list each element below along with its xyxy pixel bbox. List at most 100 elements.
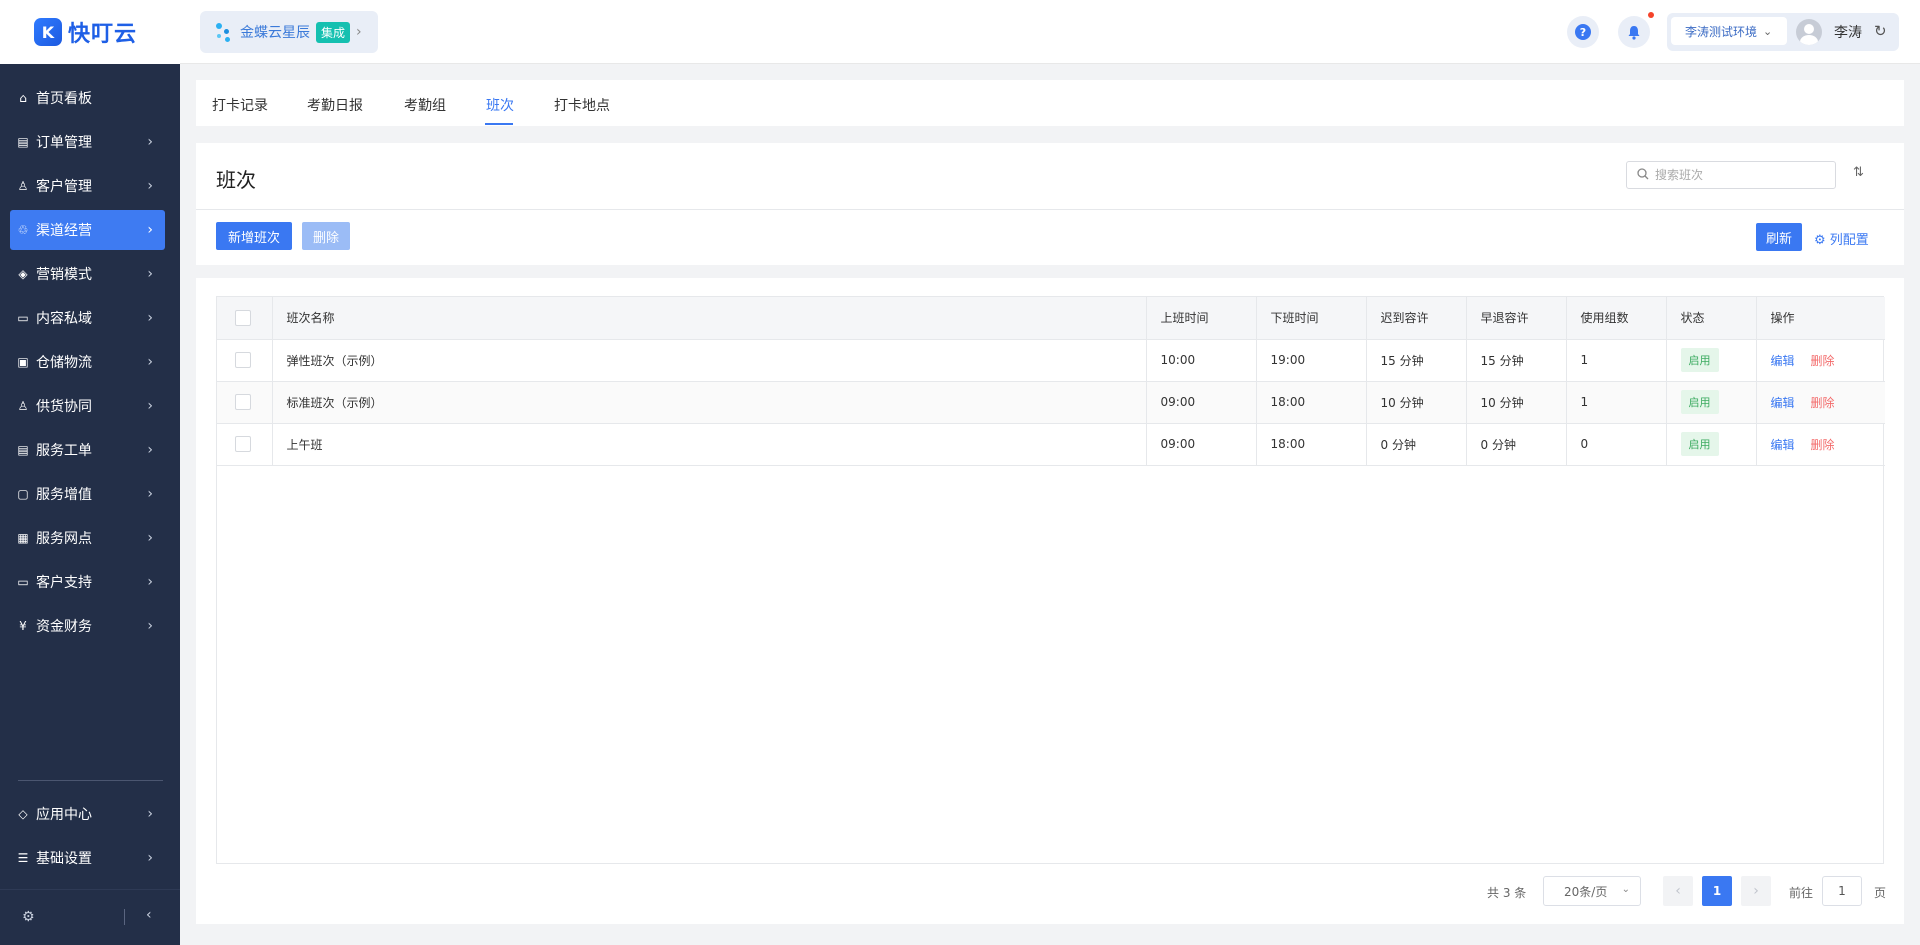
sidebar-item-service-points[interactable]: ▦ 服务网点 › xyxy=(10,518,165,558)
tab-punch-records[interactable]: 打卡记录 xyxy=(212,95,268,115)
help-icon: ? xyxy=(1575,24,1591,40)
environment-select[interactable]: 李涛测试环境 ⌄ xyxy=(1671,17,1787,45)
group-count: 0 xyxy=(1566,423,1667,466)
status-badge: 启用 xyxy=(1680,348,1719,372)
row-checkbox[interactable] xyxy=(235,436,251,452)
sidebar-item-app-center[interactable]: ◇ 应用中心 › xyxy=(10,794,165,834)
shift-name: 弹性班次（示例） xyxy=(272,339,1147,382)
delete-link[interactable]: 删除 xyxy=(1811,438,1835,452)
search-input[interactable] xyxy=(1655,168,1825,182)
row-checkbox[interactable] xyxy=(235,394,251,410)
table-row[interactable]: 标准班次（示例） 09:00 18:00 10 分钟 10 分钟 1 启用 编辑… xyxy=(217,381,1885,424)
notification-button[interactable] xyxy=(1618,16,1650,48)
shift-name: 标准班次（示例） xyxy=(272,381,1147,424)
sidebar: ⌂ 首页看板 ▤ 订单管理 › ♙ 客户管理 › ♲ 渠道经营 › ◈ 营销模式… xyxy=(0,64,180,945)
sidebar-item-marketing[interactable]: ◈ 营销模式 › xyxy=(10,254,165,294)
sidebar-item-finance[interactable]: ¥ 资金财务 › xyxy=(10,606,165,646)
sidebar-item-customers[interactable]: ♙ 客户管理 › xyxy=(10,166,165,206)
help-button[interactable]: ? xyxy=(1567,16,1599,48)
column-header[interactable]: 状态 xyxy=(1666,297,1757,340)
settings-list-icon: ☰ xyxy=(17,851,29,865)
sidebar-item-supply[interactable]: ♙ 供货协同 › xyxy=(10,386,165,426)
tab-attendance-group[interactable]: 考勤组 xyxy=(404,95,446,115)
page-title: 班次 xyxy=(216,168,256,192)
collapse-sidebar-icon[interactable]: ‹ xyxy=(146,907,152,923)
environment-label: 李涛测试环境 xyxy=(1685,24,1758,39)
start-time: 09:00 xyxy=(1146,423,1257,466)
sidebar-item-dashboard[interactable]: ⌂ 首页看板 xyxy=(10,78,165,118)
delete-link[interactable]: 删除 xyxy=(1811,354,1835,368)
brand-logo[interactable]: K 快叮云 xyxy=(0,0,180,64)
prev-page-button[interactable]: ‹ xyxy=(1663,876,1693,906)
refresh-button[interactable]: 刷新 xyxy=(1756,223,1802,251)
active-tab-indicator xyxy=(485,123,513,125)
column-header[interactable]: 班次名称 xyxy=(272,297,1147,340)
org-switcher[interactable]: 金蝶云星辰 集成 › xyxy=(200,11,378,53)
end-time: 19:00 xyxy=(1256,339,1367,382)
goto-page-input[interactable]: 1 xyxy=(1822,876,1862,906)
user-name[interactable]: 李涛 xyxy=(1834,22,1862,42)
shift-table: 班次名称 上班时间 下班时间 迟到容许 早退容许 使用组数 状态 操作 弹性班次… xyxy=(216,296,1885,864)
sidebar-item-label: 服务网点 xyxy=(36,531,92,547)
early-allowance: 10 分钟 xyxy=(1466,381,1567,424)
column-header[interactable]: 上班时间 xyxy=(1146,297,1257,340)
sidebar-item-label: 服务工单 xyxy=(36,443,92,459)
chevron-right-icon: › xyxy=(147,486,153,502)
home-icon: ⌂ xyxy=(19,91,27,105)
org-name: 金蝶云星辰 xyxy=(240,25,310,41)
edit-link[interactable]: 编辑 xyxy=(1771,396,1795,410)
page-size-select[interactable]: 20条/页 ⌄ xyxy=(1543,876,1641,906)
chevron-down-icon: ⌄ xyxy=(1763,24,1773,38)
org-badge: 集成 xyxy=(316,21,351,43)
page-suffix: 页 xyxy=(1874,886,1887,900)
avatar[interactable] xyxy=(1796,19,1822,45)
delete-link[interactable]: 删除 xyxy=(1811,396,1835,410)
chevron-right-icon: › xyxy=(147,178,153,194)
row-checkbox[interactable] xyxy=(235,352,251,368)
add-shift-button[interactable]: 新增班次 xyxy=(216,222,292,250)
tab-punch-locations[interactable]: 打卡地点 xyxy=(554,95,610,115)
column-header[interactable]: 早退容许 xyxy=(1466,297,1567,340)
sidebar-item-content[interactable]: ▭ 内容私域 › xyxy=(10,298,165,338)
late-allowance: 0 分钟 xyxy=(1366,423,1467,466)
column-config-button[interactable]: ⚙ 列配置 xyxy=(1814,229,1869,248)
gear-icon[interactable]: ⚙ xyxy=(22,909,35,925)
bag-icon: ▢ xyxy=(17,487,29,501)
delete-button[interactable]: 删除 xyxy=(302,222,350,250)
sidebar-item-support[interactable]: ▭ 客户支持 › xyxy=(10,562,165,602)
chevron-right-icon: › xyxy=(147,398,153,414)
sidebar-item-channels[interactable]: ♲ 渠道经营 › xyxy=(10,210,165,250)
header-divider xyxy=(196,209,1904,210)
channel-icon: ♲ xyxy=(17,223,29,237)
chevron-right-icon: › xyxy=(147,310,153,326)
table-row[interactable]: 弹性班次（示例） 10:00 19:00 15 分钟 15 分钟 1 启用 编辑… xyxy=(217,339,1885,382)
tab-daily-report[interactable]: 考勤日报 xyxy=(307,95,363,115)
next-page-button[interactable]: › xyxy=(1741,876,1771,906)
table-row[interactable]: 上午班 09:00 18:00 0 分钟 0 分钟 0 启用 编辑 删除 xyxy=(217,423,1885,466)
user-icon: ♙ xyxy=(17,179,29,193)
work-order-icon: ▤ xyxy=(17,443,29,457)
sidebar-item-orders[interactable]: ▤ 订单管理 › xyxy=(10,122,165,162)
page-number-current[interactable]: 1 xyxy=(1702,876,1732,906)
tab-shifts[interactable]: 班次 xyxy=(486,95,514,115)
chevron-right-icon: › xyxy=(147,442,153,458)
sidebar-item-settings[interactable]: ☰ 基础设置 › xyxy=(10,838,165,878)
sort-icon[interactable]: ⇅ xyxy=(1853,165,1864,180)
reload-icon[interactable]: ↻ xyxy=(1874,22,1887,40)
search-box[interactable] xyxy=(1626,161,1836,189)
start-time: 09:00 xyxy=(1146,381,1257,424)
edit-link[interactable]: 编辑 xyxy=(1771,354,1795,368)
sidebar-item-label: 内容私域 xyxy=(36,311,92,327)
column-header[interactable]: 使用组数 xyxy=(1566,297,1667,340)
sidebar-item-warehouse[interactable]: ▣ 仓储物流 › xyxy=(10,342,165,382)
sidebar-item-value-added[interactable]: ▢ 服务增值 › xyxy=(10,474,165,514)
cube-icon: ◇ xyxy=(18,807,28,821)
column-header[interactable]: 迟到容许 xyxy=(1366,297,1467,340)
select-all-checkbox[interactable] xyxy=(235,309,251,326)
column-header[interactable]: 下班时间 xyxy=(1256,297,1367,340)
edit-link[interactable]: 编辑 xyxy=(1771,438,1795,452)
chevron-right-icon: › xyxy=(147,806,153,822)
tag-icon: ◈ xyxy=(18,267,28,281)
sidebar-item-label: 应用中心 xyxy=(36,807,92,823)
sidebar-item-service-orders[interactable]: ▤ 服务工单 › xyxy=(10,430,165,470)
